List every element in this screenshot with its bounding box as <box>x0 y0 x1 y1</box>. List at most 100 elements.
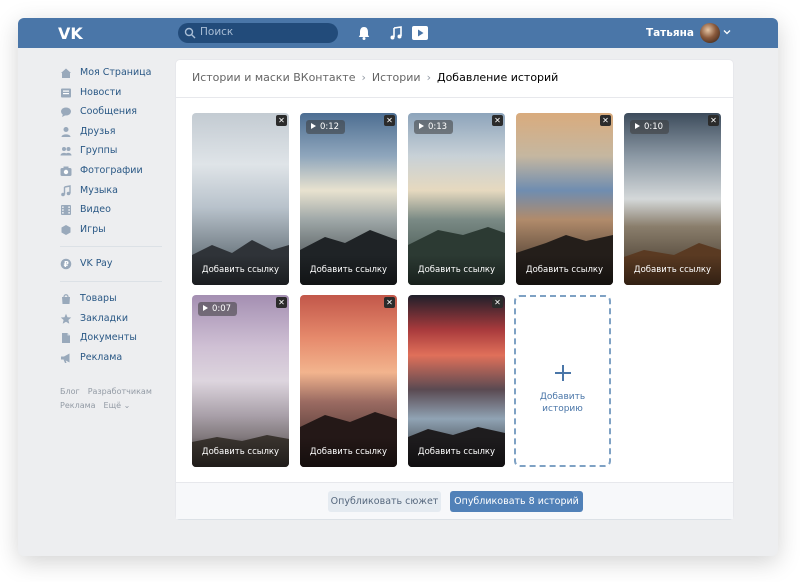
sidebar-item-documents[interactable]: Документы <box>60 328 170 348</box>
add-story-line-1: Добавить <box>539 392 586 402</box>
story-card[interactable]: ✕ Добавить ссылку <box>408 295 505 467</box>
bell-icon[interactable] <box>356 25 372 41</box>
sidebar: Моя Страница Новости Сообщения Друзья Гр… <box>60 63 170 413</box>
user-name[interactable]: Татьяна <box>646 27 694 39</box>
add-link-button[interactable]: Добавить ссылку <box>192 255 289 285</box>
story-card[interactable]: 0:07 ✕ Добавить ссылку <box>192 295 289 467</box>
document-icon <box>62 333 70 344</box>
publish-stories-button[interactable]: Опубликовать 8 историй <box>450 491 583 512</box>
sidebar-item-bookmarks[interactable]: Закладки <box>60 309 170 329</box>
duration-label: 0:10 <box>644 122 664 132</box>
camera-icon <box>60 166 72 176</box>
sidebar-item-goods[interactable]: Товары <box>60 289 170 309</box>
games-icon <box>61 224 71 235</box>
breadcrumb-separator-icon: › <box>426 71 431 84</box>
story-card[interactable]: ✕ Добавить ссылку <box>516 113 613 285</box>
breadcrumb: Истории и маски ВКонтакте › Истории › Добавл… <box>192 71 558 84</box>
video-icon <box>61 205 71 216</box>
vkpay-icon: ₽ <box>60 259 72 270</box>
close-icon[interactable]: ✕ <box>276 115 287 126</box>
breadcrumb-item[interactable]: Истории и маски ВКонтакте <box>192 71 355 84</box>
vk-logo[interactable]: VK <box>58 24 84 42</box>
messages-icon <box>61 107 71 118</box>
add-story-button[interactable]: Добавить историю <box>514 295 611 467</box>
goods-icon <box>62 294 70 304</box>
search-input[interactable]: Поиск <box>178 23 338 43</box>
home-icon <box>61 68 71 78</box>
sidebar-item-label: Друзья <box>80 125 116 137</box>
sidebar-item-games[interactable]: Игры <box>60 220 170 240</box>
sidebar-item-news[interactable]: Новости <box>60 83 170 103</box>
close-icon[interactable]: ✕ <box>708 115 719 126</box>
friends-icon <box>61 126 71 137</box>
duration-label: 0:13 <box>428 122 448 132</box>
duration-badge: 0:10 <box>630 120 670 134</box>
close-icon[interactable]: ✕ <box>600 115 611 126</box>
sidebar-item-messages[interactable]: Сообщения <box>60 102 170 122</box>
play-icon <box>311 123 316 129</box>
publish-plot-button[interactable]: Опубликовать сюжет <box>328 491 441 512</box>
chevron-down-icon[interactable] <box>722 27 732 37</box>
close-icon[interactable]: ✕ <box>384 115 395 126</box>
play-icon <box>419 123 424 129</box>
add-link-button[interactable]: Добавить ссылку <box>300 255 397 285</box>
play-icon <box>635 123 640 129</box>
add-link-button[interactable]: Добавить ссылку <box>624 255 721 285</box>
story-card[interactable]: 0:13 ✕ Добавить ссылку <box>408 113 505 285</box>
add-link-button[interactable]: Добавить ссылку <box>192 437 289 467</box>
sidebar-footer: Блог Разработчикам Реклама Ещё ⌄ <box>60 385 170 413</box>
sidebar-item-groups[interactable]: Группы <box>60 141 170 161</box>
actions-bar: Опубликовать сюжет Опубликовать 8 истори… <box>176 482 733 519</box>
breadcrumb-separator-icon: › <box>361 71 366 84</box>
add-link-button[interactable]: Добавить ссылку <box>408 255 505 285</box>
sidebar-divider <box>60 246 162 248</box>
footer-link-blog[interactable]: Блог <box>60 387 80 396</box>
avatar[interactable] <box>700 23 720 43</box>
sidebar-item-label: Моя Страница <box>80 67 152 78</box>
plus-icon <box>555 365 571 381</box>
sidebar-item-photos[interactable]: Фотографии <box>60 161 170 181</box>
story-card[interactable]: ✕ Добавить ссылку <box>300 295 397 467</box>
story-card[interactable]: 0:12 ✕ Добавить ссылку <box>300 113 397 285</box>
music-icon[interactable] <box>388 25 404 41</box>
sidebar-item-friends[interactable]: Друзья <box>60 122 170 142</box>
sidebar-divider <box>60 280 162 282</box>
groups-icon <box>60 147 72 156</box>
divider <box>176 97 733 98</box>
duration-badge: 0:13 <box>414 120 454 134</box>
sidebar-item-label: Игры <box>80 223 106 235</box>
sidebar-item-vk-pay[interactable]: ₽ VK Pay <box>60 254 170 274</box>
add-link-button[interactable]: Добавить ссылку <box>300 437 397 467</box>
footer-link-developers[interactable]: Разработчикам <box>88 387 152 396</box>
news-icon <box>61 88 71 98</box>
duration-badge: 0:07 <box>198 302 238 316</box>
close-icon[interactable]: ✕ <box>384 297 395 308</box>
play-icon[interactable] <box>412 25 428 41</box>
sidebar-item-ads[interactable]: Реклама <box>60 348 170 368</box>
story-card[interactable]: ✕ Добавить ссылку <box>192 113 289 285</box>
close-icon[interactable]: ✕ <box>492 115 503 126</box>
close-icon[interactable]: ✕ <box>492 297 503 308</box>
duration-label: 0:12 <box>320 122 340 132</box>
sidebar-item-label: Новости <box>80 86 122 98</box>
add-story-line-2: историю <box>542 404 583 414</box>
duration-label: 0:07 <box>212 304 232 314</box>
sidebar-item-video[interactable]: Видео <box>60 200 170 220</box>
sidebar-item-my-page[interactable]: Моя Страница <box>60 63 170 83</box>
close-icon[interactable]: ✕ <box>276 297 287 308</box>
story-card[interactable]: 0:10 ✕ Добавить ссылку <box>624 113 721 285</box>
svg-text:VK: VK <box>58 24 83 42</box>
sidebar-item-label: Фотографии <box>80 164 143 176</box>
footer-link-more[interactable]: Ещё ⌄ <box>104 401 131 410</box>
add-link-button[interactable]: Добавить ссылку <box>516 255 613 285</box>
add-story-label: Добавить историю <box>516 391 609 415</box>
sidebar-item-label: Товары <box>80 292 117 304</box>
breadcrumb-item[interactable]: Истории <box>372 71 421 84</box>
add-link-button[interactable]: Добавить ссылку <box>408 437 505 467</box>
music-icon <box>61 184 71 196</box>
app-window: VK Поиск Татьяна Моя Страница Новости Со… <box>18 18 778 556</box>
sidebar-item-label: Сообщения <box>80 106 138 118</box>
sidebar-item-label: Группы <box>80 145 118 157</box>
sidebar-item-music[interactable]: Музыка <box>60 181 170 201</box>
footer-link-ads[interactable]: Реклама <box>60 401 96 410</box>
